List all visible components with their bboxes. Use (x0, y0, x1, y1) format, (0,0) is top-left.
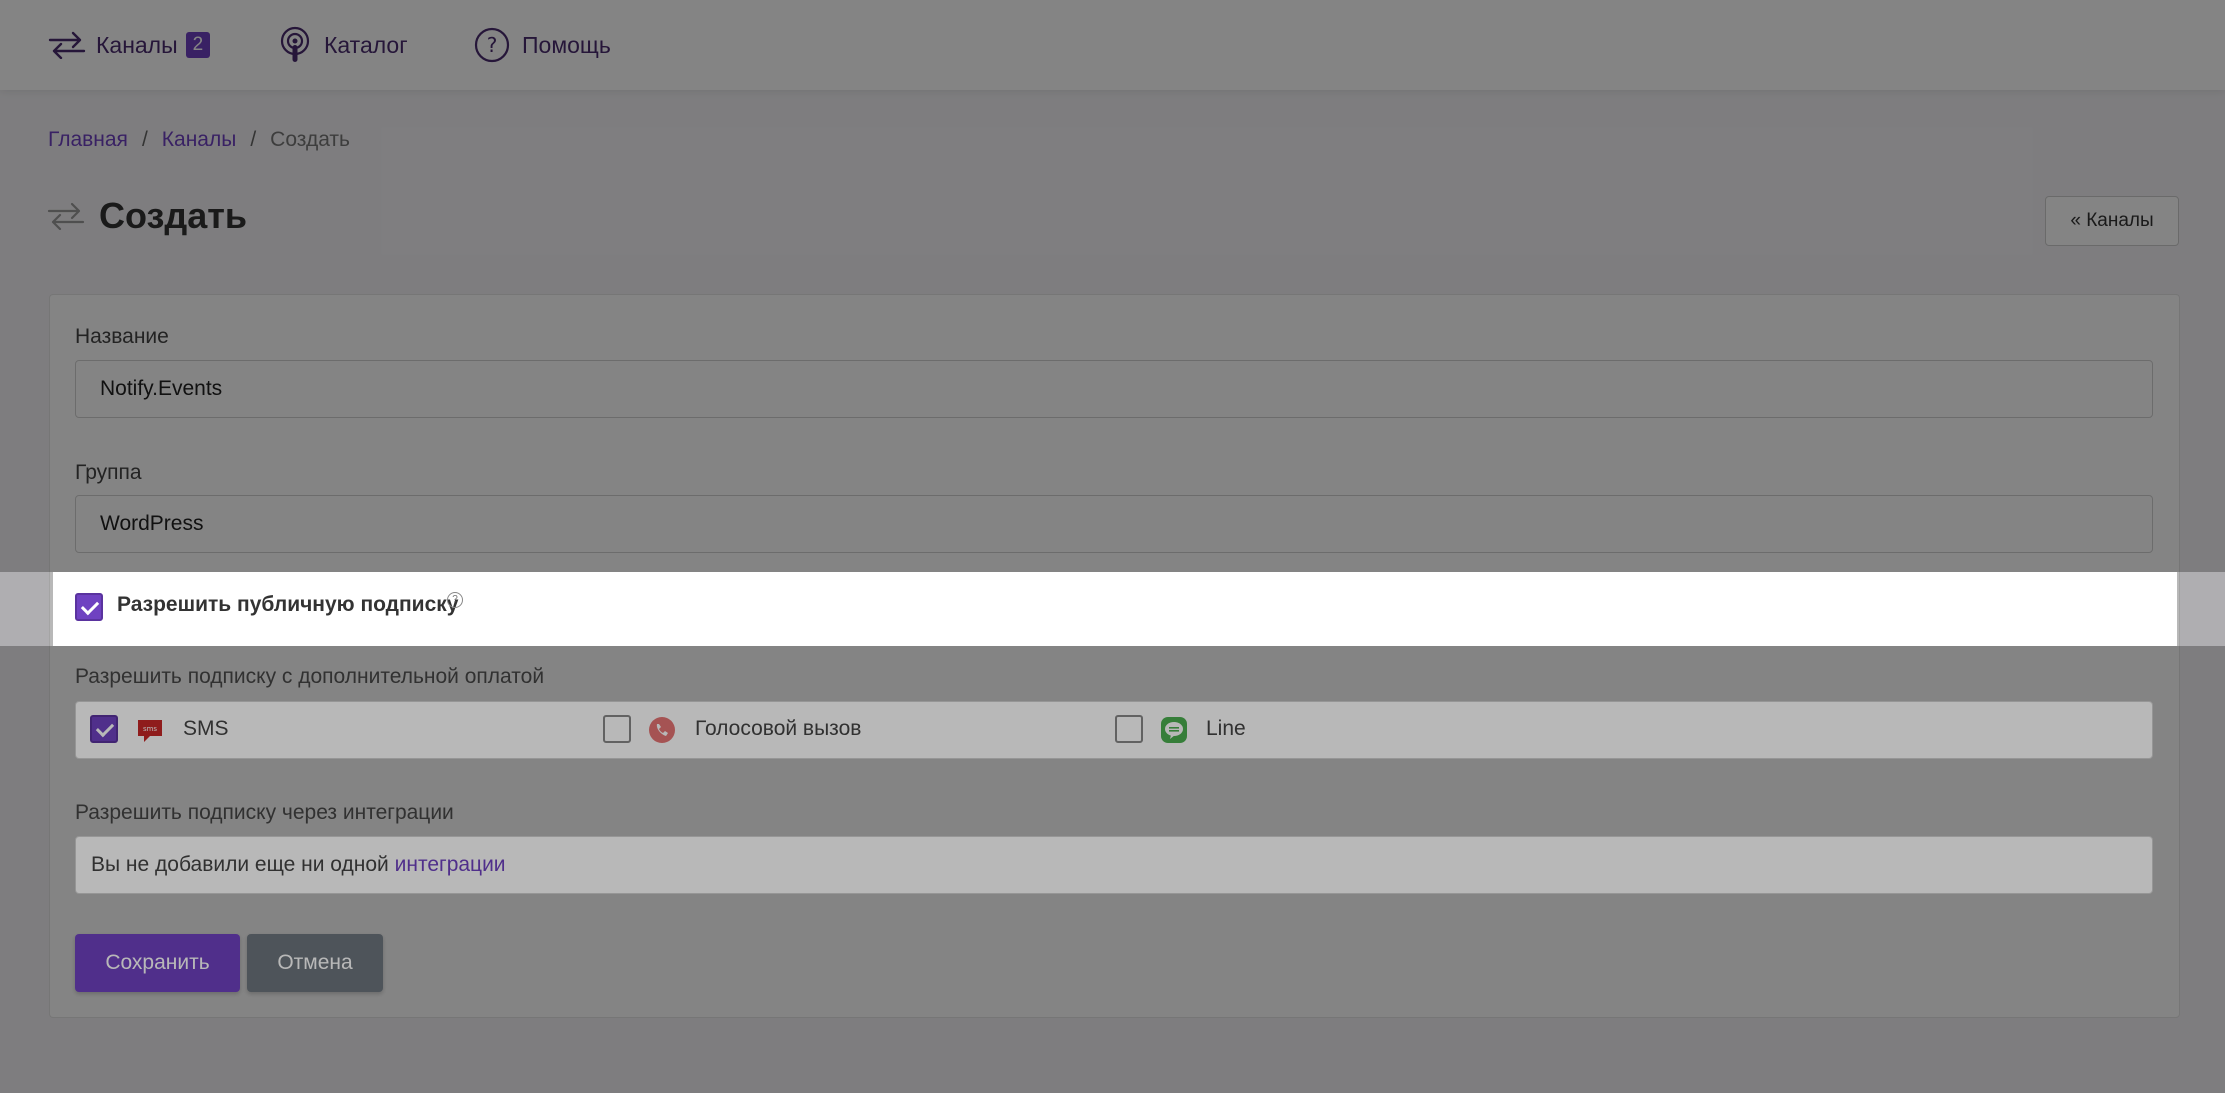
nav-channels[interactable]: Каналы 2 (48, 24, 211, 66)
group-label: Группа (75, 461, 142, 484)
page-header: Создать (47, 195, 247, 237)
name-input[interactable] (75, 360, 2153, 418)
sms-checkbox[interactable] (90, 715, 118, 743)
cancel-button[interactable]: Отмена (247, 934, 383, 992)
breadcrumb-separator: / (141, 128, 148, 151)
channels-count-badge: 2 (185, 32, 211, 58)
nav-catalog[interactable]: Каталог (278, 24, 408, 66)
integrations-link[interactable]: интеграции (395, 853, 506, 876)
dim-overlay (2177, 572, 2225, 646)
integrations-box: Вы не добавили еще ни одной интеграции (75, 836, 2153, 894)
breadcrumb-channels[interactable]: Каналы (162, 128, 237, 152)
paid-subscription-label: Разрешить подписку с дополнительной опла… (75, 665, 545, 688)
breadcrumb: Главная / Каналы / Создать (48, 128, 350, 152)
public-subscription-checkbox[interactable] (75, 593, 103, 621)
line-checkbox[interactable] (1115, 715, 1143, 743)
group-input[interactable] (75, 495, 2153, 553)
paid-options-box (75, 701, 2153, 759)
voice-call-checkbox[interactable] (603, 715, 631, 743)
breadcrumb-current: Создать (270, 128, 350, 151)
line-icon (1161, 717, 1187, 743)
line-label: Line (1206, 717, 1246, 740)
sms-icon: sms (138, 720, 162, 742)
podcast-icon (280, 26, 310, 62)
question-circle-icon: ? (474, 27, 510, 63)
svg-text:?: ? (487, 33, 498, 57)
nav-channels-label: Каналы (96, 31, 178, 58)
transfer-arrows-icon (48, 31, 86, 59)
public-subscription-label: Разрешить публичную подписку (117, 593, 459, 616)
top-navbar: Каналы 2 Каталог ? Помощь (0, 0, 2225, 90)
voice-call-label: Голосовой вызов (695, 717, 862, 740)
nav-help[interactable]: ? Помощь (474, 24, 611, 66)
phone-call-icon (649, 717, 675, 743)
transfer-arrows-icon (47, 202, 85, 230)
save-button[interactable]: Сохранить (75, 934, 240, 992)
nav-catalog-label: Каталог (324, 31, 408, 58)
help-tooltip-icon[interactable]: ? (447, 592, 463, 608)
sms-label: SMS (183, 717, 229, 740)
dim-overlay (0, 572, 53, 646)
integrations-text: Вы не добавили еще ни одной (91, 853, 389, 876)
page-title: Создать (99, 195, 248, 236)
svg-text:sms: sms (143, 725, 157, 733)
integrations-label: Разрешить подписку через интеграции (75, 801, 454, 824)
breadcrumb-home[interactable]: Главная (48, 128, 128, 152)
breadcrumb-separator: / (250, 128, 257, 151)
back-to-channels-button[interactable]: « Каналы (2045, 196, 2179, 246)
nav-help-label: Помощь (522, 31, 611, 58)
name-label: Название (75, 325, 169, 348)
